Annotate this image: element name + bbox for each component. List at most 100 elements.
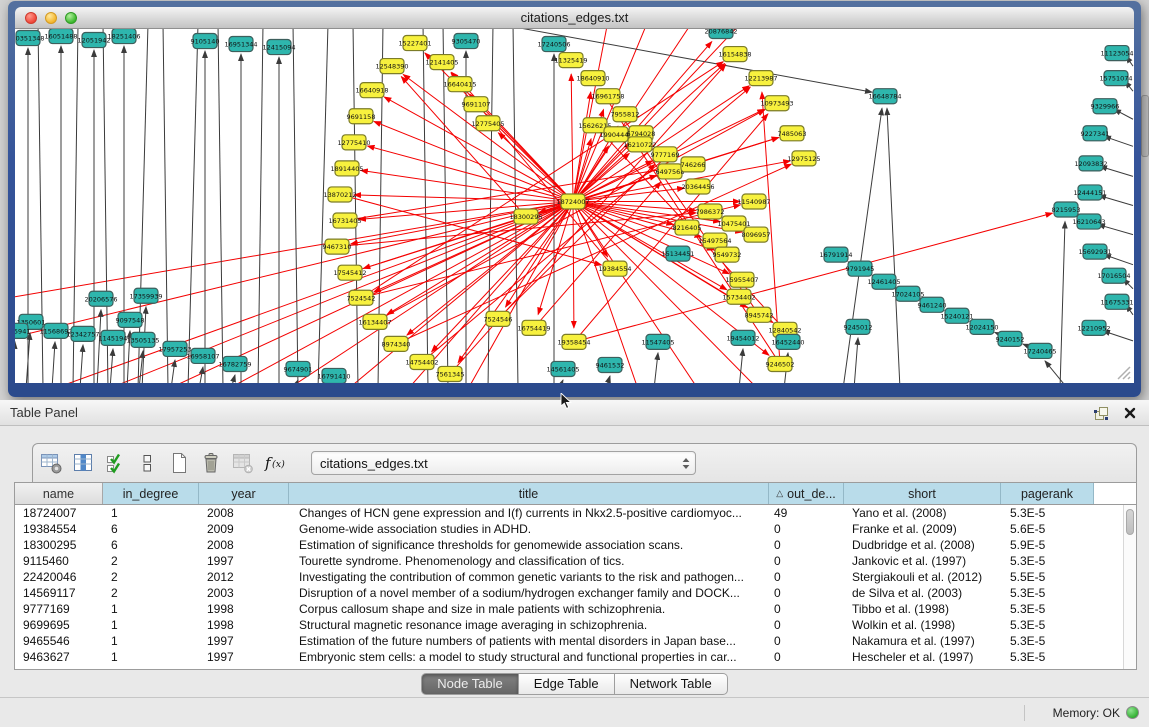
graph-node[interactable]: 17024105 (891, 286, 924, 301)
graph-node[interactable]: 12415094 (262, 40, 295, 55)
cell-in_degree[interactable]: 2 (103, 586, 199, 600)
graph-node-selected[interactable]: 9549732 (713, 247, 742, 262)
cell-pagerank[interactable]: 5.3E-5 (1001, 586, 1094, 600)
cell-title[interactable]: Disruption of a novel member of a sodium… (289, 586, 769, 600)
graph-node[interactable]: 3915941 (15, 323, 30, 338)
cell-name[interactable]: 9699695 (15, 618, 103, 632)
graph-node-selected[interactable]: 16210722 (623, 137, 656, 152)
cell-title[interactable]: Estimation of significance thresholds fo… (289, 538, 769, 552)
cell-year[interactable]: 2003 (199, 586, 289, 600)
cell-year[interactable]: 1998 (199, 602, 289, 616)
close-window-button[interactable] (25, 12, 37, 24)
table-row[interactable]: 1872400712008Changes of HCN gene express… (15, 505, 1136, 521)
tab-network-table[interactable]: Network Table (615, 673, 728, 695)
graph-node[interactable]: 16648784 (868, 89, 901, 104)
graph-node[interactable]: 14561405 (546, 361, 579, 376)
unselect-all-rows-icon[interactable] (135, 451, 159, 475)
graph-node[interactable]: 9329966 (1091, 99, 1120, 114)
tab-edge-table[interactable]: Edge Table (519, 673, 615, 695)
graph-node-selected[interactable]: 16154838 (718, 47, 751, 62)
graph-node[interactable]: 12093832 (1074, 156, 1107, 171)
cell-year[interactable]: 2008 (199, 506, 289, 520)
cell-pagerank[interactable]: 5.3E-5 (1001, 650, 1094, 664)
graph-node-selected[interactable]: 19384554 (598, 261, 631, 276)
graph-node-selected[interactable]: 16134407 (358, 314, 391, 329)
graph-node-selected[interactable]: 13870212 (323, 187, 356, 202)
graph-node[interactable]: 11547405 (641, 334, 674, 349)
graph-node[interactable]: 15692931 (1078, 244, 1111, 259)
graph-node[interactable]: 17359939 (129, 288, 162, 303)
cell-out_de[interactable]: 0 (769, 586, 844, 600)
graph-node[interactable]: 9305470 (452, 34, 481, 49)
delete-table-icon[interactable] (231, 451, 255, 475)
minimize-window-button[interactable] (45, 12, 57, 24)
graph-node[interactable]: 20351348 (15, 31, 45, 46)
table-selector-dropdown[interactable]: citations_edges.txt (311, 451, 696, 475)
cell-year[interactable]: 1997 (199, 554, 289, 568)
graph-node-selected[interactable]: 7524546 (484, 311, 513, 326)
cell-out_de[interactable]: 0 (769, 602, 844, 616)
graph-node[interactable]: 9227341 (1081, 126, 1110, 141)
graph-node-selected[interactable]: 12975125 (787, 151, 820, 166)
column-header-year[interactable]: year (199, 483, 289, 504)
cell-title[interactable]: Changes of HCN gene expression and I(f) … (289, 506, 769, 520)
graph-node[interactable]: 8215953 (1052, 202, 1081, 217)
cell-in_degree[interactable]: 6 (103, 538, 199, 552)
graph-node[interactable]: 17240465 (1023, 343, 1056, 358)
cell-name[interactable]: 9465546 (15, 634, 103, 648)
graph-node-selected[interactable]: 9467310 (323, 239, 352, 254)
cell-year[interactable]: 2008 (199, 538, 289, 552)
cell-title[interactable]: Structural magnetic resonance image aver… (289, 618, 769, 632)
graph-node[interactable]: 16791914 (819, 247, 852, 262)
resize-grip[interactable] (1112, 361, 1132, 381)
graph-node[interactable]: 17240506 (537, 37, 570, 52)
cell-year[interactable]: 2012 (199, 570, 289, 584)
cell-out_de[interactable]: 0 (769, 538, 844, 552)
cell-title[interactable]: Investigating the contribution of common… (289, 570, 769, 584)
tab-node-table[interactable]: Node Table (421, 673, 519, 695)
table-row[interactable]: 1456911722003Disruption of a novel membe… (15, 585, 1136, 601)
graph-node-selected[interactable]: 17545412 (333, 265, 366, 280)
graph-node-selected[interactable]: 16731405 (328, 213, 361, 228)
cell-pagerank[interactable]: 5.3E-5 (1001, 602, 1094, 616)
cell-in_degree[interactable]: 1 (103, 506, 199, 520)
close-panel-icon[interactable] (1123, 406, 1137, 420)
graph-node-selected[interactable]: 18640910 (576, 71, 609, 86)
graph-node-selected[interactable]: 18300295 (509, 209, 542, 224)
graph-node[interactable]: 12024150 (965, 319, 998, 334)
graph-node-selected[interactable]: 12213987 (744, 71, 777, 86)
graph-node[interactable]: 20206576 (84, 291, 117, 306)
cell-pagerank[interactable]: 5.9E-5 (1001, 538, 1094, 552)
cell-title[interactable]: Genome-wide association studies in ADHD. (289, 522, 769, 536)
cell-year[interactable]: 1998 (199, 618, 289, 632)
cell-pagerank[interactable]: 5.3E-5 (1001, 634, 1094, 648)
cell-year[interactable]: 1997 (199, 634, 289, 648)
column-header-title[interactable]: title (289, 483, 769, 504)
graph-node[interactable]: 9105140 (191, 34, 220, 49)
graph-node[interactable]: 9461240 (918, 297, 947, 312)
table-mode-icon[interactable] (39, 451, 63, 475)
cell-short[interactable]: Jankovic et al. (1997) (844, 554, 1001, 568)
graph-node[interactable]: 9245012 (844, 319, 873, 334)
graph-node-selected[interactable]: 12141405 (425, 55, 458, 70)
cell-short[interactable]: Tibbo et al. (1998) (844, 602, 1001, 616)
graph-node-selected[interactable]: 15955407 (725, 272, 758, 287)
graph-node[interactable]: 1145194 (99, 330, 128, 345)
graph-node-selected[interactable]: 16640918 (355, 83, 388, 98)
cell-short[interactable]: Yano et al. (2008) (844, 506, 1001, 520)
cell-name[interactable]: 18300295 (15, 538, 103, 552)
cell-out_de[interactable]: 0 (769, 618, 844, 632)
float-panel-icon[interactable] (1093, 405, 1109, 421)
new-column-icon[interactable] (167, 451, 191, 475)
graph-node-selected[interactable]: 8945742 (745, 307, 774, 322)
cell-in_degree[interactable]: 2 (103, 554, 199, 568)
graph-node-selected[interactable]: 9777169 (651, 147, 680, 162)
zoom-window-button[interactable] (65, 12, 77, 24)
cell-pagerank[interactable]: 5.5E-5 (1001, 570, 1094, 584)
table-row[interactable]: 946554611997Estimation of the future num… (15, 633, 1136, 649)
network-canvas[interactable]: 1872400718300295193845541522740112548390… (15, 29, 1134, 383)
graph-node-selected[interactable]: 16961758 (591, 89, 624, 104)
graph-node[interactable]: 9791945 (846, 261, 875, 276)
column-header-short[interactable]: short (844, 483, 1001, 504)
graph-node[interactable]: 20876842 (704, 29, 737, 39)
